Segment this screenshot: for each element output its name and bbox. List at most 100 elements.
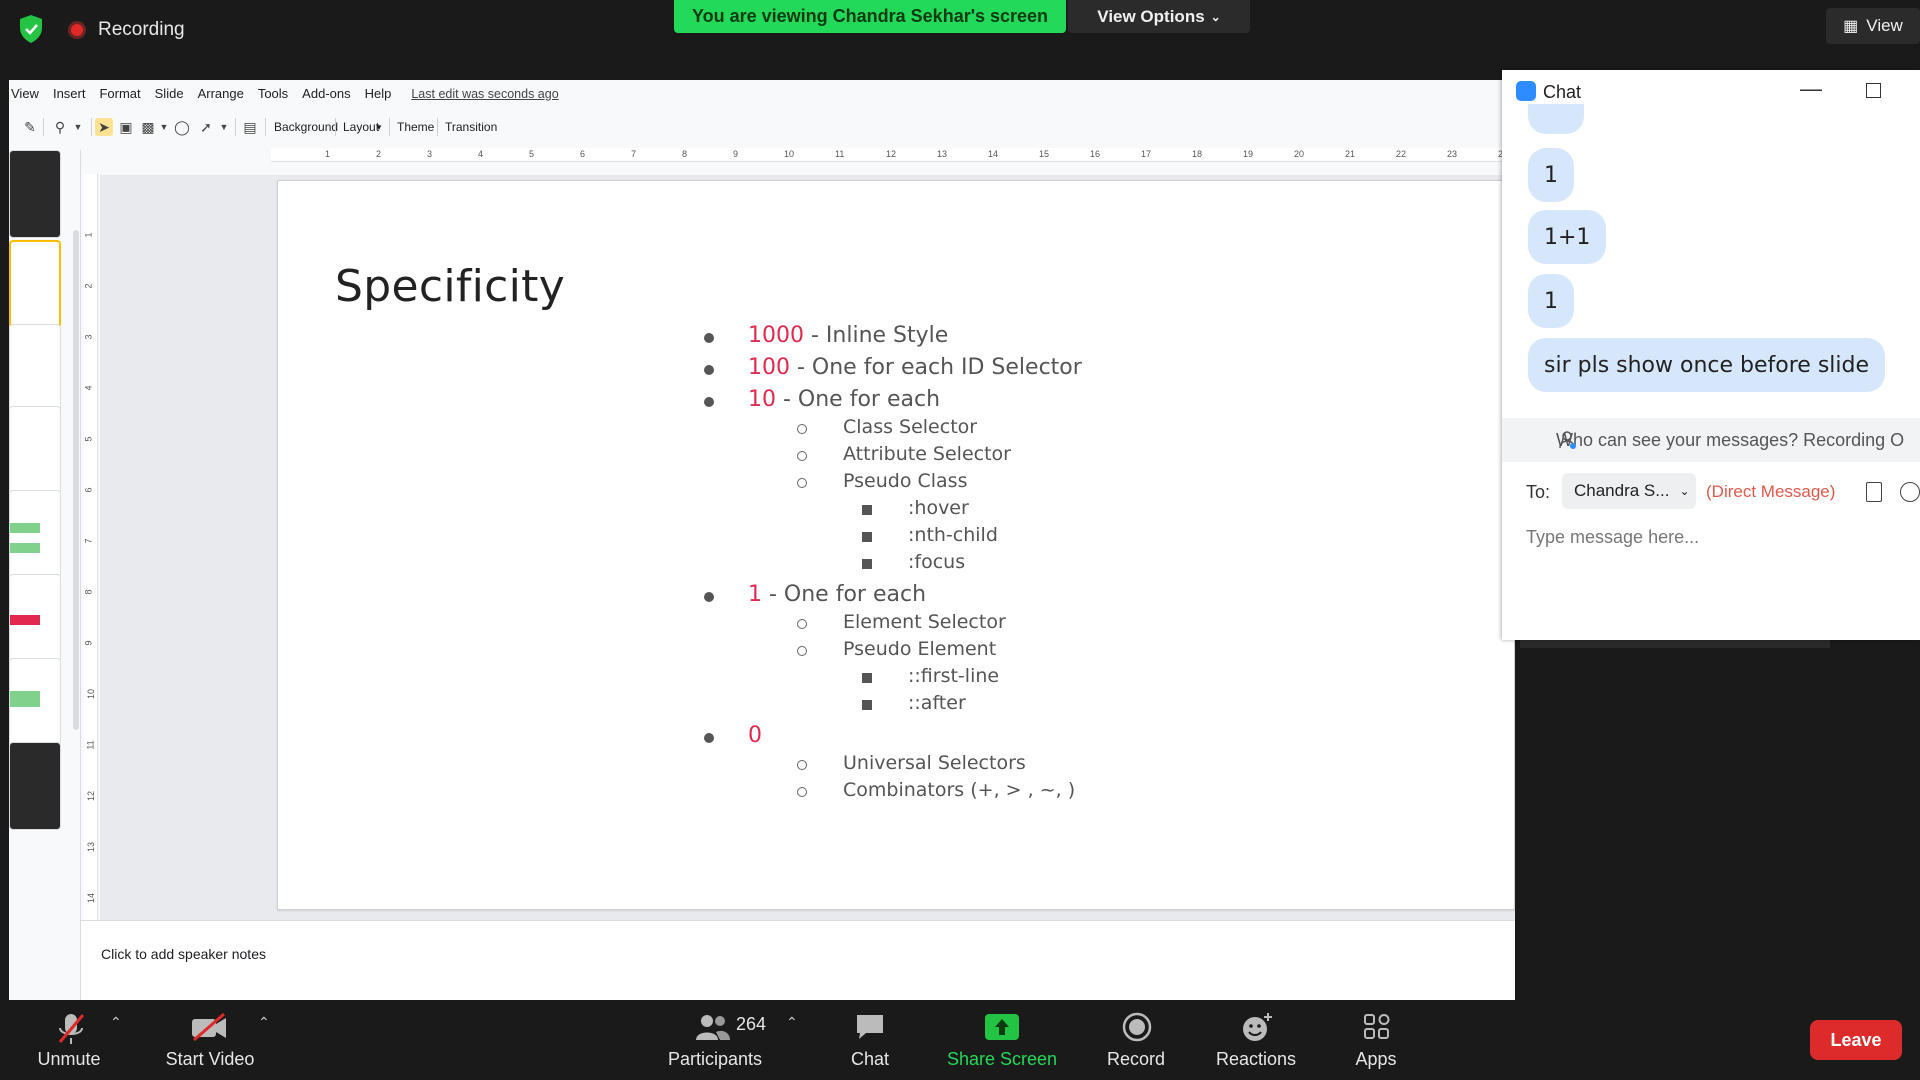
chat-message-text: 1 bbox=[1544, 288, 1558, 314]
chat-message-text: 1+1 bbox=[1544, 224, 1591, 250]
specificity-value: 100 bbox=[748, 355, 790, 380]
bullet-disc-icon bbox=[704, 333, 714, 343]
layout-dropdown-icon[interactable]: ▼ bbox=[375, 123, 383, 132]
ruler-number: 3 bbox=[427, 149, 433, 159]
speaker-notes[interactable]: Click to add speaker notes bbox=[81, 920, 1515, 1000]
zoom-dropdown-icon[interactable]: ▼ bbox=[69, 118, 87, 136]
sub-bullet-item: Pseudo Element bbox=[843, 638, 997, 660]
shape-icon[interactable]: ◯ bbox=[173, 118, 191, 136]
line-dropdown-icon[interactable]: ▼ bbox=[215, 118, 233, 136]
chat-message-input[interactable] bbox=[1526, 522, 1896, 552]
slide-thumbnail[interactable] bbox=[9, 658, 61, 746]
ruler-number: 13 bbox=[937, 149, 948, 159]
bullet-circle-icon bbox=[797, 619, 807, 629]
text-box-icon[interactable]: ▣ bbox=[117, 118, 135, 136]
menu-slide[interactable]: Slide bbox=[155, 86, 184, 101]
menu-help[interactable]: Help bbox=[365, 86, 392, 101]
start-video-button[interactable]: Start Video bbox=[160, 1000, 260, 1080]
transition-button[interactable]: Transition bbox=[445, 120, 497, 134]
participants-label: Participants bbox=[667, 1049, 763, 1069]
slide-canvas[interactable]: Specificity 1000 - Inline Style 100 - One… bbox=[277, 180, 1515, 910]
menu-tools[interactable]: Tools bbox=[258, 86, 288, 101]
security-shield-icon[interactable] bbox=[18, 14, 44, 44]
ruler-number: 19 bbox=[1243, 149, 1254, 159]
ruler-number: 12 bbox=[886, 149, 897, 159]
emoji-icon[interactable] bbox=[1900, 482, 1920, 502]
comment-icon[interactable]: ▤ bbox=[241, 118, 259, 136]
ruler-number: 8 bbox=[83, 589, 94, 595]
menu-format[interactable]: Format bbox=[99, 86, 140, 101]
leave-button[interactable]: Leave bbox=[1810, 1020, 1902, 1060]
recipient-label: To: bbox=[1526, 482, 1551, 502]
recipient-select[interactable]: Chandra S... ⌄ bbox=[1562, 473, 1696, 509]
slide-thumbnail[interactable] bbox=[9, 150, 61, 238]
grid-view-icon: ▦ bbox=[1843, 18, 1859, 35]
ruler-number: 5 bbox=[83, 436, 94, 442]
view-layout-button[interactable]: ▦ View bbox=[1826, 8, 1920, 44]
record-button[interactable]: Record bbox=[1100, 1000, 1172, 1080]
menu-arrange[interactable]: Arrange bbox=[198, 86, 244, 101]
menu-insert[interactable]: Insert bbox=[53, 86, 86, 101]
bullet-disc-icon bbox=[704, 397, 714, 407]
bullet-circle-icon bbox=[797, 451, 807, 461]
minimize-icon[interactable]: — bbox=[1800, 76, 1822, 102]
share-screen-button[interactable]: Share Screen bbox=[944, 1000, 1060, 1080]
zoom-icon[interactable]: ⚲ bbox=[51, 118, 69, 136]
line-icon[interactable]: ➚ bbox=[197, 118, 215, 136]
slide-thumbnail[interactable] bbox=[9, 490, 61, 578]
last-edit-link[interactable]: Last edit was seconds ago bbox=[411, 87, 558, 101]
chat-button[interactable]: Chat bbox=[840, 1000, 900, 1080]
bullet-item: 10 - One for each bbox=[748, 387, 940, 412]
slide-thumbnail[interactable] bbox=[9, 324, 61, 412]
participants-button[interactable]: Participants bbox=[660, 1000, 770, 1080]
unmute-button[interactable]: Unmute bbox=[28, 1000, 110, 1080]
slide-thumbnail[interactable] bbox=[9, 742, 61, 830]
sub-bullet-item: Universal Selectors bbox=[843, 752, 1026, 774]
view-options-button[interactable]: View Options ⌄ bbox=[1068, 0, 1250, 33]
audio-options-caret-icon[interactable]: ⌃ bbox=[110, 1014, 122, 1031]
layout-button[interactable]: Layout bbox=[343, 120, 379, 134]
ruler-number: 7 bbox=[83, 538, 94, 544]
participants-options-caret-icon[interactable]: ⌃ bbox=[786, 1014, 798, 1031]
bullet-circle-icon bbox=[797, 478, 807, 488]
reactions-label: Reactions bbox=[1215, 1049, 1297, 1069]
bullet-disc-icon bbox=[704, 592, 714, 602]
slide-thumbnail[interactable] bbox=[9, 406, 61, 494]
toolbar-divider bbox=[335, 118, 336, 136]
menu-add-ons[interactable]: Add-ons bbox=[302, 86, 350, 101]
slide-thumbnail-selected[interactable] bbox=[9, 240, 61, 328]
video-options-caret-icon[interactable]: ⌃ bbox=[258, 1014, 270, 1031]
ruler-number: 21 bbox=[1345, 149, 1356, 159]
chat-title: Chat bbox=[1543, 82, 1582, 102]
theme-button[interactable]: Theme bbox=[397, 120, 434, 134]
ruler-number: 17 bbox=[1141, 149, 1152, 159]
bullet-disc-icon bbox=[704, 365, 714, 375]
bullet-item: 1000 - Inline Style bbox=[748, 323, 948, 348]
image-dropdown-icon[interactable]: ▼ bbox=[155, 118, 173, 136]
slide-thumbnail[interactable] bbox=[9, 574, 61, 662]
filmstrip-scrollbar[interactable] bbox=[73, 230, 79, 730]
file-share-icon[interactable] bbox=[1866, 482, 1882, 502]
chat-message-bubble-partial bbox=[1528, 104, 1584, 134]
privacy-text: Who can see your messages? Recording O bbox=[1556, 429, 1905, 450]
select-cursor-icon[interactable]: ➤ bbox=[95, 118, 113, 136]
sub-sub-bullet-item: :nth-child bbox=[908, 524, 998, 546]
bullet-item: 1 - One for each bbox=[748, 582, 926, 607]
background-button[interactable]: Background bbox=[274, 120, 338, 134]
recipient-value: Chandra S... bbox=[1574, 481, 1670, 500]
meeting-control-bar: Unmute ⌃ Start Video ⌃ Participants 264 … bbox=[0, 1000, 1920, 1080]
bullet-circle-icon bbox=[797, 424, 807, 434]
apps-button[interactable]: Apps bbox=[1346, 1000, 1406, 1080]
ruler-number: 11 bbox=[85, 740, 96, 750]
camera-off-icon bbox=[192, 1012, 226, 1042]
reactions-button[interactable]: Reactions bbox=[1210, 1000, 1302, 1080]
reactions-emoji-icon bbox=[1243, 1013, 1272, 1041]
bullet-square-icon bbox=[862, 700, 872, 710]
ruler-number: 14 bbox=[988, 149, 999, 159]
paint-format-icon[interactable]: ✎ bbox=[21, 118, 39, 136]
toolbar-divider bbox=[389, 118, 390, 136]
maximize-icon[interactable] bbox=[1866, 83, 1881, 98]
record-label: Record bbox=[1106, 1049, 1166, 1069]
slide-filmstrip bbox=[9, 150, 81, 1000]
menu-view[interactable]: View bbox=[11, 86, 39, 101]
